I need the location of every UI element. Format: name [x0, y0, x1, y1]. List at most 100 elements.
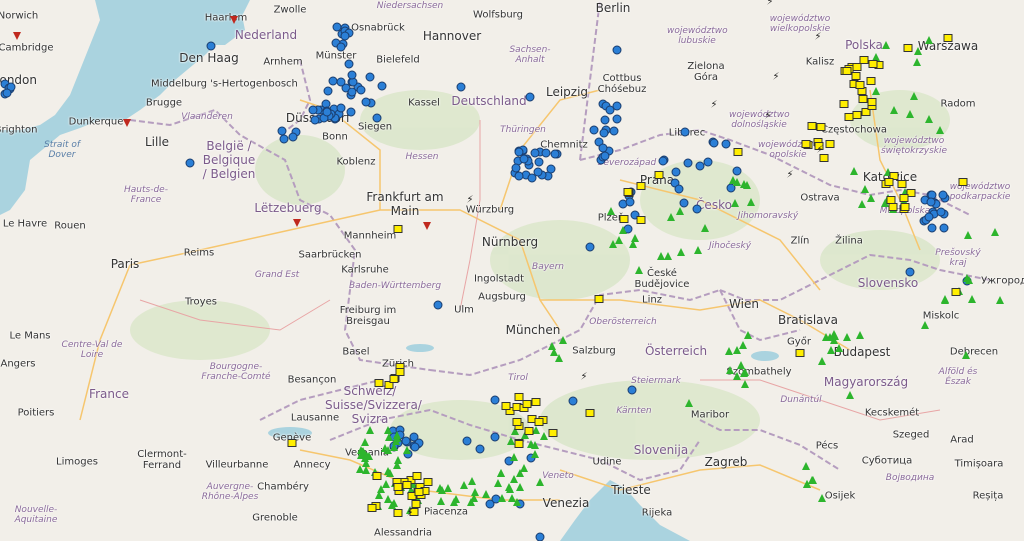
- station-marker-green[interactable]: [913, 58, 922, 67]
- station-marker-green[interactable]: [449, 497, 458, 506]
- station-marker-green[interactable]: [936, 126, 944, 134]
- station-marker-green[interactable]: [740, 380, 749, 389]
- station-marker-green[interactable]: [508, 493, 517, 502]
- station-marker-blue[interactable]: [332, 22, 342, 32]
- station-marker-green[interactable]: [381, 443, 390, 452]
- station-marker-yellow[interactable]: [531, 398, 541, 407]
- station-marker-green[interactable]: [548, 342, 557, 351]
- station-marker-yellow[interactable]: [825, 140, 835, 149]
- station-marker-yellow[interactable]: [867, 97, 877, 106]
- lightning-icon[interactable]: ⚡: [816, 145, 823, 156]
- station-marker-green[interactable]: [466, 497, 475, 506]
- station-marker-blue[interactable]: [344, 59, 354, 69]
- station-marker-blue[interactable]: [323, 86, 333, 96]
- station-marker-green[interactable]: [924, 36, 933, 45]
- station-marker-blue[interactable]: [568, 396, 578, 406]
- station-marker-green[interactable]: [962, 351, 970, 359]
- station-marker-blue[interactable]: [377, 81, 387, 91]
- station-marker-yellow[interactable]: [636, 216, 646, 225]
- lightning-icon[interactable]: ⚡: [466, 195, 473, 206]
- station-marker-green[interactable]: [736, 360, 745, 369]
- station-marker-green[interactable]: [402, 446, 411, 455]
- station-marker-green[interactable]: [996, 296, 1004, 304]
- station-marker-blue[interactable]: [347, 70, 357, 79]
- station-marker-green[interactable]: [437, 497, 446, 506]
- station-marker-yellow[interactable]: [852, 62, 862, 71]
- station-marker-yellow[interactable]: [900, 203, 910, 212]
- station-marker-yellow[interactable]: [903, 44, 913, 52]
- station-marker-green[interactable]: [664, 252, 673, 261]
- station-marker-green[interactable]: [817, 494, 826, 503]
- station-marker-green[interactable]: [744, 331, 753, 340]
- station-marker-yellow[interactable]: [842, 67, 852, 76]
- station-marker-blue[interactable]: [490, 432, 500, 442]
- station-marker-yellow[interactable]: [395, 367, 405, 376]
- station-marker-yellow[interactable]: [524, 427, 534, 436]
- station-marker-green[interactable]: [694, 245, 703, 254]
- station-marker-blue[interactable]: [609, 126, 619, 136]
- station-marker-green[interactable]: [383, 495, 392, 504]
- station-marker-green[interactable]: [802, 462, 811, 471]
- station-marker-yellow[interactable]: [886, 196, 896, 205]
- station-marker-blue[interactable]: [308, 105, 318, 115]
- station-marker-blue[interactable]: [627, 385, 637, 395]
- station-marker-blue[interactable]: [936, 207, 946, 217]
- station-marker-yellow[interactable]: [372, 471, 382, 480]
- station-marker-green[interactable]: [515, 482, 524, 491]
- station-marker-green[interactable]: [889, 105, 898, 114]
- station-marker-yellow[interactable]: [897, 179, 907, 188]
- station-marker-yellow[interactable]: [393, 482, 403, 491]
- station-marker-yellow[interactable]: [393, 225, 403, 233]
- station-marker-blue[interactable]: [519, 154, 529, 164]
- station-marker-blue[interactable]: [511, 163, 521, 173]
- station-marker-blue[interactable]: [322, 107, 332, 116]
- station-marker-red[interactable]: [123, 119, 131, 127]
- station-marker-yellow[interactable]: [594, 295, 604, 303]
- station-marker-green[interactable]: [607, 207, 616, 216]
- station-marker-yellow[interactable]: [868, 60, 878, 69]
- station-marker-green[interactable]: [635, 265, 644, 274]
- station-marker-yellow[interactable]: [287, 439, 297, 447]
- station-marker-green[interactable]: [438, 485, 447, 494]
- station-marker-blue[interactable]: [356, 85, 366, 95]
- station-marker-green[interactable]: [362, 465, 371, 474]
- station-marker-red[interactable]: [13, 32, 21, 40]
- station-marker-blue[interactable]: [277, 126, 287, 136]
- station-marker-green[interactable]: [731, 198, 740, 207]
- station-marker-yellow[interactable]: [374, 378, 384, 387]
- station-marker-green[interactable]: [867, 193, 876, 202]
- station-marker-green[interactable]: [829, 330, 838, 339]
- station-marker-green[interactable]: [481, 489, 490, 498]
- station-marker-yellow[interactable]: [534, 418, 544, 427]
- station-marker-green[interactable]: [497, 469, 506, 478]
- station-marker-blue[interactable]: [674, 184, 684, 194]
- station-marker-blue[interactable]: [612, 114, 622, 124]
- station-marker-green[interactable]: [676, 247, 685, 256]
- station-marker-blue[interactable]: [336, 42, 346, 52]
- station-marker-green[interactable]: [741, 368, 750, 377]
- station-marker-green[interactable]: [383, 426, 392, 435]
- station-marker-yellow[interactable]: [958, 178, 968, 186]
- station-marker-yellow[interactable]: [367, 504, 377, 513]
- station-marker-blue[interactable]: [527, 173, 537, 183]
- station-marker-red[interactable]: [293, 219, 301, 227]
- station-marker-yellow[interactable]: [888, 203, 898, 212]
- station-marker-green[interactable]: [554, 354, 563, 363]
- station-marker-blue[interactable]: [475, 444, 485, 454]
- station-marker-green[interactable]: [924, 114, 933, 123]
- station-marker-yellow[interactable]: [943, 34, 953, 42]
- station-marker-blue[interactable]: [939, 223, 949, 233]
- station-marker-green[interactable]: [667, 213, 676, 222]
- station-marker-green[interactable]: [809, 476, 818, 485]
- station-marker-blue[interactable]: [550, 149, 560, 159]
- station-marker-green[interactable]: [871, 86, 880, 95]
- station-marker-blue[interactable]: [600, 151, 610, 161]
- station-marker-green[interactable]: [366, 426, 375, 435]
- station-marker-green[interactable]: [860, 185, 869, 194]
- station-marker-green[interactable]: [532, 426, 541, 435]
- station-marker-blue[interactable]: [206, 41, 216, 51]
- station-marker-blue[interactable]: [340, 31, 350, 41]
- station-marker-yellow[interactable]: [402, 481, 412, 490]
- station-marker-yellow[interactable]: [514, 440, 524, 449]
- station-marker-blue[interactable]: [924, 212, 934, 222]
